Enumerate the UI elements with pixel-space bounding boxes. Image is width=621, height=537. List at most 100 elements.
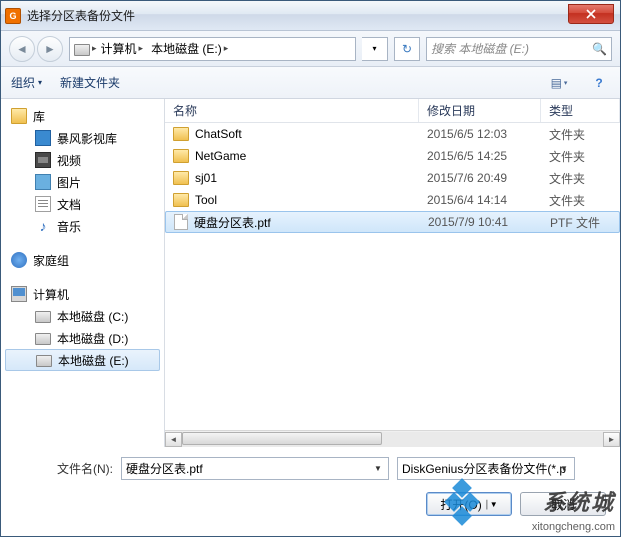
tree-lib-documents[interactable]: 文档 [1, 193, 164, 215]
cancel-button[interactable]: 取消 [520, 492, 606, 516]
column-modified[interactable]: 修改日期 [419, 99, 541, 122]
tree-lib-pictures[interactable]: 图片 [1, 171, 164, 193]
video-lib-icon [35, 130, 51, 146]
file-row[interactable]: Tool2015/6/4 14:14文件夹 [165, 189, 620, 211]
column-name[interactable]: 名称 [165, 99, 419, 122]
close-button[interactable] [568, 4, 614, 24]
file-date: 2015/6/5 12:03 [419, 127, 541, 141]
title-bar: G 选择分区表备份文件 [1, 1, 620, 31]
file-row[interactable]: sj01 2015/7/6 20:49文件夹 [165, 167, 620, 189]
drive-icon [35, 333, 51, 345]
chevron-down-icon[interactable]: ▼ [370, 460, 386, 477]
file-name: ChatSoft [195, 127, 242, 141]
tree-homegroup[interactable]: 家庭组 [1, 249, 164, 271]
filename-label: 文件名(N): [15, 460, 113, 477]
search-placeholder: 搜索 本地磁盘 (E:) [431, 40, 529, 57]
document-icon [35, 196, 51, 212]
folder-icon [173, 193, 189, 207]
file-row[interactable]: NetGame 2015/6/5 14:25文件夹 [165, 145, 620, 167]
organize-menu[interactable]: 组织▾ [11, 74, 42, 91]
view-icon: ▤ [551, 76, 562, 90]
folder-icon [173, 149, 189, 163]
tree-drive-c[interactable]: 本地磁盘 (C:) [1, 305, 164, 327]
filename-value: 硬盘分区表.ptf [126, 460, 203, 477]
drive-icon [36, 355, 52, 367]
file-date: 2015/7/6 20:49 [419, 171, 541, 185]
help-icon: ? [595, 76, 602, 90]
chevron-down-icon: ▾ [38, 78, 42, 87]
file-type: 文件夹 [541, 170, 620, 187]
search-input[interactable]: 搜索 本地磁盘 (E:) 🔍 [426, 37, 612, 61]
search-icon: 🔍 [592, 42, 607, 56]
dialog-body: 库 暴风影视库 视频 图片 文档 ♪音乐 家庭组 计算机 本地磁盘 (C:) 本… [1, 99, 620, 447]
filetype-filter[interactable]: DiskGenius分区表备份文件(*.p ▼ [397, 457, 575, 480]
file-name: 硬盘分区表.ptf [194, 214, 271, 231]
tree-libraries[interactable]: 库 [1, 105, 164, 127]
window-title: 选择分区表备份文件 [27, 7, 135, 24]
file-type: PTF 文件 [542, 214, 619, 231]
breadcrumb-computer[interactable]: 计算机▸ [97, 38, 148, 59]
file-list[interactable]: ChatSoft2015/6/5 12:03文件夹NetGame2015/6/5… [165, 123, 620, 430]
tree-computer[interactable]: 计算机 [1, 283, 164, 305]
homegroup-icon [11, 252, 27, 268]
tree-lib-baofeng[interactable]: 暴风影视库 [1, 127, 164, 149]
folder-icon [173, 171, 189, 185]
file-row[interactable]: 硬盘分区表.ptf 2015/7/9 10:41PTF 文件 [165, 211, 620, 233]
nav-buttons: ◄ ► [9, 36, 63, 62]
breadcrumb-dropdown[interactable]: ▾ [362, 37, 388, 61]
nav-row: ◄ ► ▸ 计算机▸ 本地磁盘 (E:)▸ ▾ ↻ 搜索 本地磁盘 (E:) 🔍 [1, 31, 620, 67]
horizontal-scrollbar[interactable]: ◄ ► [165, 430, 620, 447]
scroll-track[interactable] [182, 432, 603, 447]
close-icon [586, 9, 596, 19]
folder-icon [173, 127, 189, 141]
picture-icon [35, 174, 51, 190]
file-list-pane: 名称 修改日期 类型 ChatSoft2015/6/5 12:03文件夹NetG… [165, 99, 620, 447]
app-icon: G [5, 8, 21, 24]
button-row: 打开(O)│▼ 取消 [1, 480, 620, 516]
watermark-url: xitongcheng.com [532, 521, 615, 533]
file-name: sj01 [195, 171, 217, 185]
forward-button[interactable]: ► [37, 36, 63, 62]
refresh-button[interactable]: ↻ [394, 37, 420, 61]
file-type: 文件夹 [541, 148, 620, 165]
scroll-right-button[interactable]: ► [603, 432, 620, 447]
arrow-right-icon: ► [44, 42, 56, 56]
filter-value: DiskGenius分区表备份文件(*.p [402, 460, 566, 477]
chevron-right-icon: ▸ [224, 43, 229, 54]
chevron-right-icon: ▸ [139, 43, 144, 54]
help-button[interactable]: ? [588, 73, 610, 93]
navigation-tree[interactable]: 库 暴风影视库 视频 图片 文档 ♪音乐 家庭组 计算机 本地磁盘 (C:) 本… [1, 99, 165, 447]
new-folder-button[interactable]: 新建文件夹 [60, 74, 120, 91]
computer-icon [11, 286, 27, 302]
file-type: 文件夹 [541, 126, 620, 143]
refresh-icon: ↻ [402, 42, 412, 56]
scroll-left-button[interactable]: ◄ [165, 432, 182, 447]
scroll-thumb[interactable] [182, 432, 382, 445]
drive-icon [74, 41, 90, 57]
column-type[interactable]: 类型 [541, 99, 620, 122]
open-button[interactable]: 打开(O)│▼ [426, 492, 512, 516]
chevron-down-icon: ▾ [564, 79, 568, 87]
chevron-down-icon[interactable]: ▼ [556, 460, 572, 477]
tree-drive-e[interactable]: 本地磁盘 (E:) [5, 349, 160, 371]
drive-icon [35, 311, 51, 323]
filename-input[interactable]: 硬盘分区表.ptf ▼ [121, 457, 389, 480]
file-date: 2015/6/5 14:25 [419, 149, 541, 163]
library-icon [11, 108, 27, 124]
file-name: Tool [195, 193, 217, 207]
filename-row: 文件名(N): 硬盘分区表.ptf ▼ DiskGenius分区表备份文件(*.… [1, 447, 620, 480]
breadcrumb-drive-e[interactable]: 本地磁盘 (E:)▸ [147, 38, 232, 59]
file-name: NetGame [195, 149, 246, 163]
tree-lib-videos[interactable]: 视频 [1, 149, 164, 171]
back-button[interactable]: ◄ [9, 36, 35, 62]
file-date: 2015/7/9 10:41 [420, 215, 542, 229]
breadcrumb[interactable]: ▸ 计算机▸ 本地磁盘 (E:)▸ [69, 37, 356, 61]
tree-lib-music[interactable]: ♪音乐 [1, 215, 164, 237]
file-row[interactable]: ChatSoft 2015/6/5 12:03文件夹 [165, 123, 620, 145]
music-icon: ♪ [35, 218, 51, 234]
toolbar: 组织▾ 新建文件夹 ▤▾ ? [1, 67, 620, 99]
file-type: 文件夹 [541, 192, 620, 209]
column-headers: 名称 修改日期 类型 [165, 99, 620, 123]
tree-drive-d[interactable]: 本地磁盘 (D:) [1, 327, 164, 349]
view-menu[interactable]: ▤▾ [548, 73, 570, 93]
